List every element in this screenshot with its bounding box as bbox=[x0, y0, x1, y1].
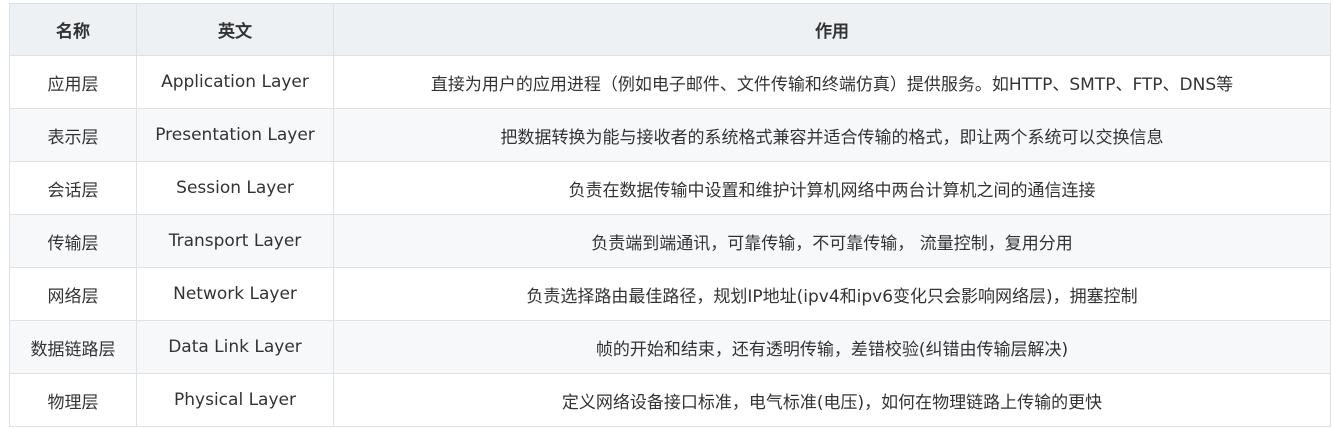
table-row: 数据链路层 Data Link Layer 帧的开始和结束，还有透明传输，差错校… bbox=[9, 320, 1331, 374]
header-name: 名称 bbox=[9, 3, 137, 56]
table-body: 应用层 Application Layer 直接为用户的应用进程（例如电子邮件、… bbox=[9, 55, 1331, 427]
cell-english: Physical Layer bbox=[136, 373, 334, 427]
table-row: 网络层 Network Layer 负责选择路由最佳路径，规划IP地址(ipv4… bbox=[9, 267, 1331, 321]
cell-function: 直接为用户的应用进程（例如电子邮件、文件传输和终端仿真）提供服务。如HTTP、S… bbox=[333, 55, 1331, 109]
table-header: 名称 英文 作用 bbox=[9, 3, 1331, 56]
cell-function: 把数据转换为能与接收者的系统格式兼容并适合传输的格式，即让两个系统可以交换信息 bbox=[333, 108, 1331, 162]
cell-english: Application Layer bbox=[136, 55, 334, 109]
header-row: 名称 英文 作用 bbox=[9, 3, 1331, 56]
table-row: 传输层 Transport Layer 负责端到端通讯，可靠传输，不可靠传输， … bbox=[9, 214, 1331, 268]
cell-english: Transport Layer bbox=[136, 214, 334, 268]
cell-function: 负责端到端通讯，可靠传输，不可靠传输， 流量控制，复用分用 bbox=[333, 214, 1331, 268]
cell-name: 传输层 bbox=[9, 214, 137, 268]
osi-layer-table: 名称 英文 作用 应用层 Application Layer 直接为用户的应用进… bbox=[9, 3, 1331, 427]
header-function: 作用 bbox=[333, 3, 1331, 56]
cell-name: 数据链路层 bbox=[9, 320, 137, 374]
cell-function: 帧的开始和结束，还有透明传输，差错校验(纠错由传输层解决) bbox=[333, 320, 1331, 374]
cell-name: 会话层 bbox=[9, 161, 137, 215]
osi-layer-table-container: 名称 英文 作用 应用层 Application Layer 直接为用户的应用进… bbox=[9, 3, 1331, 427]
header-english: 英文 bbox=[136, 3, 334, 56]
cell-english: Network Layer bbox=[136, 267, 334, 321]
cell-name: 物理层 bbox=[9, 373, 137, 427]
cell-english: Session Layer bbox=[136, 161, 334, 215]
cell-function: 负责在数据传输中设置和维护计算机网络中两台计算机之间的通信连接 bbox=[333, 161, 1331, 215]
cell-name: 网络层 bbox=[9, 267, 137, 321]
table-row: 会话层 Session Layer 负责在数据传输中设置和维护计算机网络中两台计… bbox=[9, 161, 1331, 215]
cell-english: Presentation Layer bbox=[136, 108, 334, 162]
table-row: 应用层 Application Layer 直接为用户的应用进程（例如电子邮件、… bbox=[9, 55, 1331, 109]
cell-name: 应用层 bbox=[9, 55, 137, 109]
table-row: 表示层 Presentation Layer 把数据转换为能与接收者的系统格式兼… bbox=[9, 108, 1331, 162]
cell-english: Data Link Layer bbox=[136, 320, 334, 374]
cell-function: 负责选择路由最佳路径，规划IP地址(ipv4和ipv6变化只会影响网络层)，拥塞… bbox=[333, 267, 1331, 321]
cell-function: 定义网络设备接口标准，电气标准(电压)，如何在物理链路上传输的更快 bbox=[333, 373, 1331, 427]
table-row: 物理层 Physical Layer 定义网络设备接口标准，电气标准(电压)，如… bbox=[9, 373, 1331, 427]
cell-name: 表示层 bbox=[9, 108, 137, 162]
